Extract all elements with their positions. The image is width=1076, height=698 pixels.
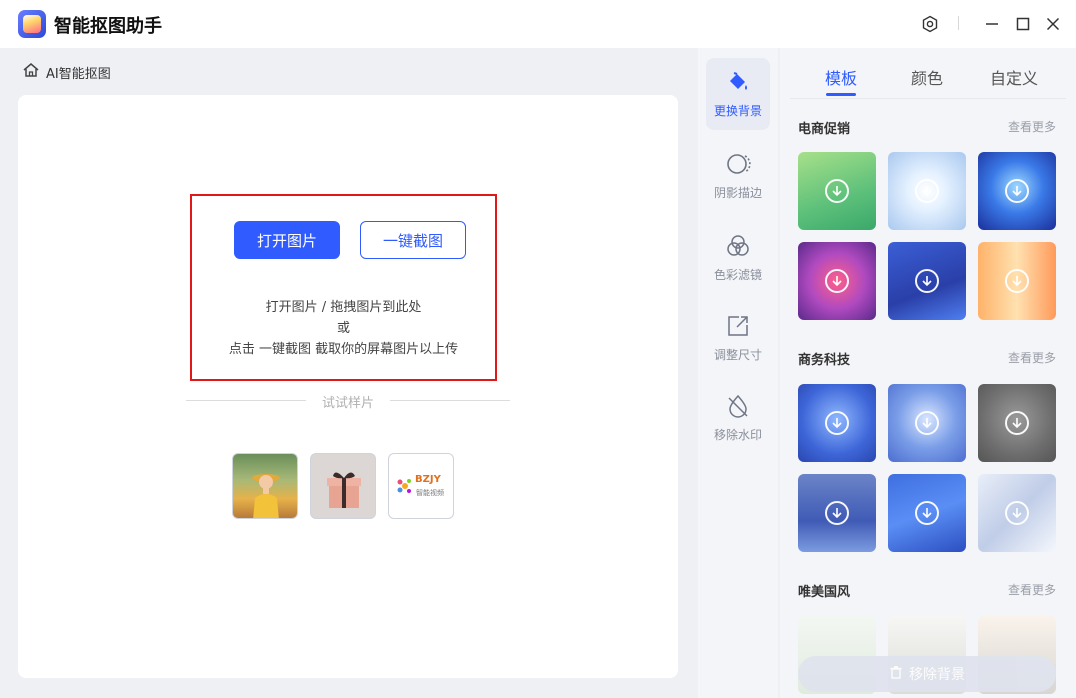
- screenshot-button[interactable]: 一键截图: [360, 221, 466, 259]
- active-tab-indicator: [826, 93, 856, 96]
- template-thumbnail[interactable]: [978, 384, 1056, 462]
- hint-line-3: 点击 一键截图 截取你的屏幕图片以上传: [228, 342, 459, 357]
- tool-label: 阴影描边: [713, 186, 762, 200]
- app-logo: [18, 10, 46, 38]
- download-icon[interactable]: [915, 269, 939, 293]
- tab-template[interactable]: 模板: [825, 65, 857, 89]
- tool-shadow-outline[interactable]: 阴影描边: [706, 140, 770, 212]
- template-thumbnail[interactable]: [888, 474, 966, 552]
- template-thumbnail[interactable]: [978, 242, 1056, 320]
- tool-label: 更换背景: [713, 104, 762, 118]
- template-thumbnail[interactable]: [888, 152, 966, 230]
- template-thumbnail[interactable]: [798, 152, 876, 230]
- view-more-ecommerce[interactable]: 查看更多: [1008, 118, 1056, 135]
- samples-divider-right: [390, 400, 510, 401]
- template-panel: 模板 颜色 自定义 电商促销 查看更多 商务科技 查看更多 唯美国风 查看更多 …: [780, 48, 1076, 698]
- paint-bucket-icon: [725, 69, 751, 98]
- minimize-icon[interactable]: [980, 12, 1004, 36]
- remove-background-button[interactable]: 移除背景: [798, 656, 1056, 692]
- sample-logo-image[interactable]: BZJY 智能视频: [388, 453, 454, 519]
- view-more-business-tech[interactable]: 查看更多: [1008, 349, 1056, 366]
- sample-gift-image[interactable]: [310, 453, 376, 519]
- download-icon[interactable]: [825, 501, 849, 525]
- breadcrumb[interactable]: AI智能抠图: [22, 62, 111, 82]
- tool-change-background[interactable]: 更换背景: [706, 58, 770, 130]
- download-icon[interactable]: [915, 501, 939, 525]
- tool-remove-watermark[interactable]: 移除水印: [706, 382, 770, 454]
- samples-divider-left: [186, 400, 306, 401]
- breadcrumb-label: AI智能抠图: [46, 66, 111, 82]
- samples-label: 试试样片: [321, 396, 374, 411]
- hint-line-2: 或: [336, 321, 350, 336]
- tab-custom[interactable]: 自定义: [990, 65, 1038, 89]
- sample-logo-subtext: 智能视频: [416, 489, 444, 497]
- workspace-canvas[interactable]: 打开图片 一键截图 打开图片 / 拖拽图片到此处 或 点击 一键截图 截取你的屏…: [18, 95, 678, 678]
- tool-rail: 更换背景 阴影描边 色彩滤镜 调整尺寸 移除水印: [698, 48, 778, 698]
- view-more-guofeng[interactable]: 查看更多: [1008, 581, 1056, 598]
- tab-color[interactable]: 颜色: [911, 65, 943, 89]
- upload-drop-zone[interactable]: 打开图片 一键截图 打开图片 / 拖拽图片到此处 或 点击 一键截图 截取你的屏…: [190, 194, 497, 381]
- download-icon[interactable]: [915, 179, 939, 203]
- download-icon[interactable]: [825, 411, 849, 435]
- download-icon[interactable]: [915, 411, 939, 435]
- titlebar-separator: [958, 16, 959, 30]
- title-bar: 智能抠图助手: [0, 0, 1076, 48]
- tool-label: 色彩滤镜: [713, 268, 762, 282]
- maximize-icon[interactable]: [1011, 12, 1035, 36]
- remove-background-label: 移除背景: [909, 667, 965, 683]
- download-icon[interactable]: [1005, 179, 1029, 203]
- template-thumbnail[interactable]: [888, 384, 966, 462]
- template-thumbnail[interactable]: [888, 242, 966, 320]
- settings-icon[interactable]: [918, 12, 942, 36]
- template-thumbnail[interactable]: [798, 384, 876, 462]
- tool-label: 移除水印: [713, 428, 762, 442]
- download-icon[interactable]: [825, 179, 849, 203]
- download-icon[interactable]: [1005, 269, 1029, 293]
- tool-label: 调整尺寸: [713, 348, 762, 362]
- home-icon[interactable]: [22, 62, 40, 82]
- resize-icon: [725, 313, 751, 342]
- download-icon[interactable]: [1005, 501, 1029, 525]
- template-thumbnail[interactable]: [978, 152, 1056, 230]
- download-icon[interactable]: [1005, 411, 1029, 435]
- tabs-divider: [790, 98, 1066, 99]
- app-title: 智能抠图助手: [54, 16, 162, 37]
- trash-icon: [889, 665, 903, 683]
- tool-color-filter[interactable]: 色彩滤镜: [706, 222, 770, 294]
- sample-person-image[interactable]: [232, 453, 298, 519]
- section-title-guofeng: 唯美国风: [798, 585, 851, 600]
- section-title-ecommerce: 电商促销: [798, 122, 851, 137]
- template-thumbnail[interactable]: [978, 474, 1056, 552]
- tool-resize[interactable]: 调整尺寸: [706, 302, 770, 374]
- template-thumbnail[interactable]: [798, 474, 876, 552]
- hint-line-1: 打开图片 / 拖拽图片到此处: [265, 300, 422, 315]
- template-thumbnail[interactable]: [798, 242, 876, 320]
- color-filter-icon: [725, 233, 751, 262]
- remove-watermark-icon: [725, 393, 751, 422]
- shadow-outline-icon: [725, 151, 751, 180]
- sample-logo-text: BZJY: [415, 474, 441, 485]
- section-title-business-tech: 商务科技: [798, 353, 851, 368]
- close-icon[interactable]: [1041, 12, 1065, 36]
- download-icon[interactable]: [825, 269, 849, 293]
- open-image-button[interactable]: 打开图片: [234, 221, 340, 259]
